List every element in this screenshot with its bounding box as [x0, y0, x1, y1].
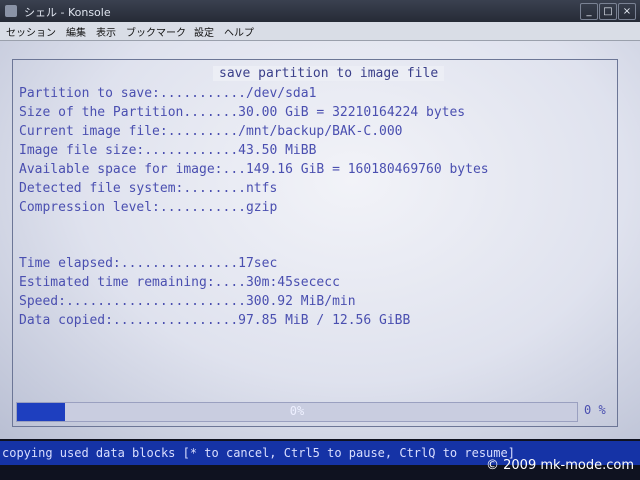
- info-row-available-space: Available space for image:...149.16 GiB …: [19, 162, 489, 177]
- minimize-button[interactable]: _: [580, 3, 598, 20]
- info-row-speed: Speed:.......................300.92 MiB/…: [19, 294, 356, 309]
- info-row-data-copied: Data copied:................97.85 MiB / …: [19, 313, 411, 328]
- menu-bar: セッション 編集 表示 ブックマーク 設定 ヘルプ: [0, 22, 640, 41]
- save-partition-dialog: save partition to image file Partition t…: [12, 59, 618, 427]
- progress-bar-label: 0%: [289, 404, 305, 418]
- info-row-compression: Compression level:...........gzip: [19, 200, 278, 215]
- info-row-time-elapsed: Time elapsed:...............17sec: [19, 256, 278, 271]
- info-row-partition-size: Size of the Partition.......30.00 GiB = …: [19, 105, 466, 120]
- menu-edit[interactable]: 編集: [66, 24, 86, 39]
- info-row-image-size: Image file size:............43.50 MiBB: [19, 143, 317, 158]
- menu-view[interactable]: 表示: [96, 24, 116, 39]
- maximize-button[interactable]: □: [599, 3, 617, 20]
- window-title: シェル - Konsole: [24, 6, 111, 19]
- close-button[interactable]: ×: [618, 3, 636, 20]
- progress-percent: 0 %: [584, 403, 606, 417]
- window-titlebar: シェル - Konsole _ □ ×: [0, 0, 640, 22]
- info-row-time-remaining: Estimated time remaining:....30m:45secec…: [19, 275, 340, 290]
- info-row-partition: Partition to save:.........../dev/sda1: [19, 86, 317, 101]
- dialog-title: save partition to image file: [213, 66, 445, 81]
- status-text: copying used data blocks [* to cancel, C…: [2, 446, 515, 460]
- menu-help[interactable]: ヘルプ: [224, 24, 254, 39]
- menu-session[interactable]: セッション: [6, 24, 56, 39]
- terminal-area[interactable]: save partition to image file Partition t…: [0, 41, 640, 439]
- copyright-watermark: © 2009 mk-mode.com: [486, 458, 634, 473]
- terminal-app-icon[interactable]: [5, 5, 17, 17]
- menu-settings[interactable]: 設定: [194, 24, 214, 39]
- progress-bar: 0%: [16, 402, 578, 422]
- info-row-file-system: Detected file system:........ntfs: [19, 181, 278, 196]
- menu-bookmarks[interactable]: ブックマーク: [126, 24, 186, 39]
- info-row-image-file: Current image file:........./mnt/backup/…: [19, 124, 403, 139]
